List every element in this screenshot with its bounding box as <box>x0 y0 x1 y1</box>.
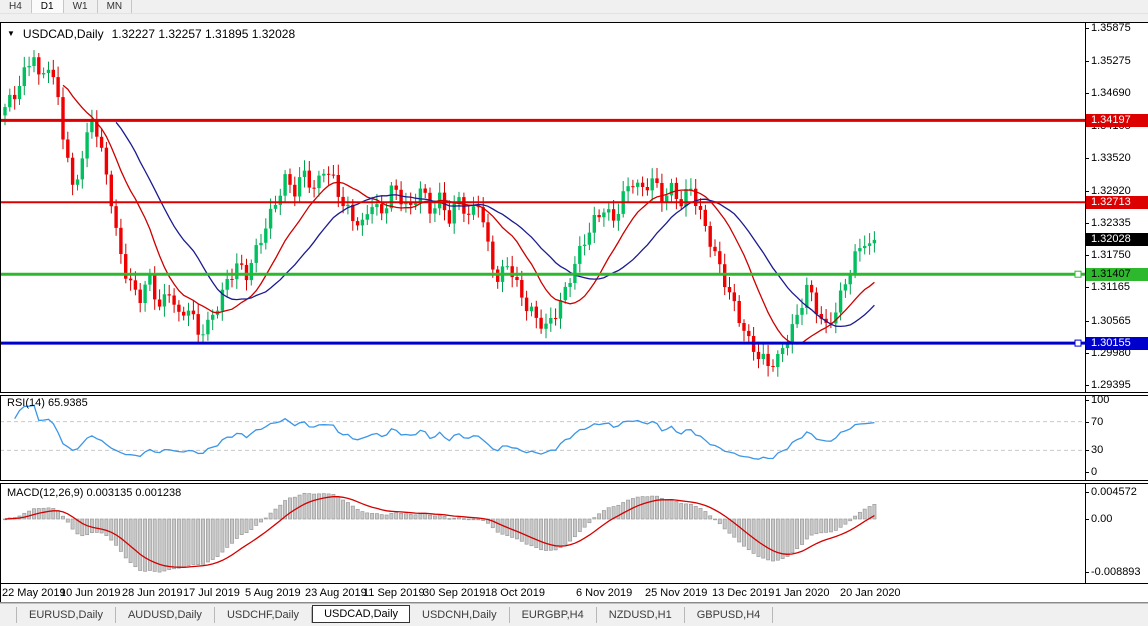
symbol-tab-usdcad-daily[interactable]: USDCAD,Daily <box>312 605 410 623</box>
date-label: 17 Jul 2019 <box>183 587 240 599</box>
price-axis-label: 1.31750 <box>1091 249 1131 261</box>
chart-ohlc-values: 1.32227 1.32257 1.31895 1.32028 <box>112 27 296 41</box>
price-axis-label: 1.33520 <box>1091 152 1131 164</box>
line-handle-1.31407[interactable] <box>1075 271 1081 277</box>
price-level-badge-1.30155: 1.30155 <box>1086 337 1148 350</box>
date-label: 30 Sep 2019 <box>423 587 485 599</box>
rsi-axis-label: 30 <box>1091 444 1103 456</box>
price-level-badge-1.34197: 1.34197 <box>1086 114 1148 127</box>
timeframe-toolbar: H4D1W1MN <box>0 0 1148 14</box>
panel-separator-macd[interactable] <box>0 480 1148 484</box>
date-label: 28 Jun 2019 <box>122 587 183 599</box>
timeframe-tab-mn[interactable]: MN <box>98 0 133 13</box>
date-label: 18 Oct 2019 <box>485 587 545 599</box>
price-axis-label: 1.35875 <box>1091 22 1131 34</box>
macd-axis-label: 0.00 <box>1091 513 1112 525</box>
symbol-tab-gbpusd-h4[interactable]: GBPUSD,H4 <box>685 607 774 623</box>
current-price-badge: 1.32028 <box>1086 233 1148 246</box>
symbol-tab-usdchf-daily[interactable]: USDCHF,Daily <box>215 607 312 623</box>
rsi-axis-label: 0 <box>1091 466 1097 478</box>
panel-separator-rsi[interactable] <box>0 392 1148 396</box>
rsi-label: RSI(14) 65.9385 <box>7 397 88 409</box>
symbol-tab-nzdusd-h1[interactable]: NZDUSD,H1 <box>597 607 685 623</box>
date-label: 10 Jun 2019 <box>60 587 121 599</box>
chart-symbol-period: USDCAD,Daily <box>23 27 104 41</box>
price-axis-label: 1.34690 <box>1091 87 1131 99</box>
date-label: 5 Aug 2019 <box>245 587 301 599</box>
date-label: 11 Sep 2019 <box>363 587 425 599</box>
mt4-terminal: H4D1W1MN ▼ USDCAD,Daily 1.32227 1.32257 … <box>0 0 1148 626</box>
macd-axis-label: 0.004572 <box>1091 486 1137 498</box>
rsi-line <box>15 405 875 459</box>
timeframe-tab-d1[interactable]: D1 <box>32 0 64 13</box>
symbol-tab-usdcnh-daily[interactable]: USDCNH,Daily <box>410 607 510 623</box>
timeframe-tab-w1[interactable]: W1 <box>64 0 98 13</box>
price-chart-canvas[interactable] <box>0 23 1086 392</box>
price-axis-label: 1.35275 <box>1091 55 1131 67</box>
chart-left-border <box>0 22 1 603</box>
symbol-tab-audusd-daily[interactable]: AUDUSD,Daily <box>116 607 215 623</box>
price-axis-line <box>1085 22 1086 584</box>
price-axis-label: 1.29395 <box>1091 379 1131 391</box>
price-axis-label: 1.30565 <box>1091 315 1131 327</box>
timeframe-tab-h4[interactable]: H4 <box>0 0 32 13</box>
collapse-triangle-icon[interactable]: ▼ <box>7 28 15 40</box>
date-label: 6 Nov 2019 <box>576 587 632 599</box>
date-label: 22 May 2019 <box>2 587 66 599</box>
line-handle-1.30155[interactable] <box>1075 340 1081 346</box>
price-level-badge-1.32713: 1.32713 <box>1086 196 1148 209</box>
rsi-panel-canvas[interactable] <box>0 395 1086 481</box>
chart-top-border <box>0 22 1148 23</box>
symbol-tab-bar: EURUSD,DailyAUDUSD,DailyUSDCHF,DailyUSDC… <box>0 603 1148 626</box>
date-label: 20 Jan 2020 <box>840 587 901 599</box>
symbol-tab-eurusd-daily[interactable]: EURUSD,Daily <box>16 607 116 623</box>
macd-label: MACD(12,26,9) 0.003135 0.001238 <box>7 487 181 499</box>
macd-histogram <box>3 493 876 572</box>
price-axis-label: 1.32335 <box>1091 217 1131 229</box>
symbol-tab-eurgbp-h4[interactable]: EURGBP,H4 <box>510 607 597 623</box>
date-label: 13 Dec 2019 <box>712 587 774 599</box>
chart-title: ▼ USDCAD,Daily 1.32227 1.32257 1.31895 1… <box>7 27 295 41</box>
price-level-badge-1.31407: 1.31407 <box>1086 268 1148 281</box>
macd-bottom-border <box>0 583 1148 584</box>
date-label: 1 Jan 2020 <box>775 587 829 599</box>
macd-axis-label: -0.008893 <box>1091 566 1141 578</box>
date-label: 23 Aug 2019 <box>305 587 367 599</box>
date-label: 25 Nov 2019 <box>645 587 707 599</box>
price-axis-label: 1.31165 <box>1091 281 1130 293</box>
rsi-axis-label: 70 <box>1091 416 1103 428</box>
